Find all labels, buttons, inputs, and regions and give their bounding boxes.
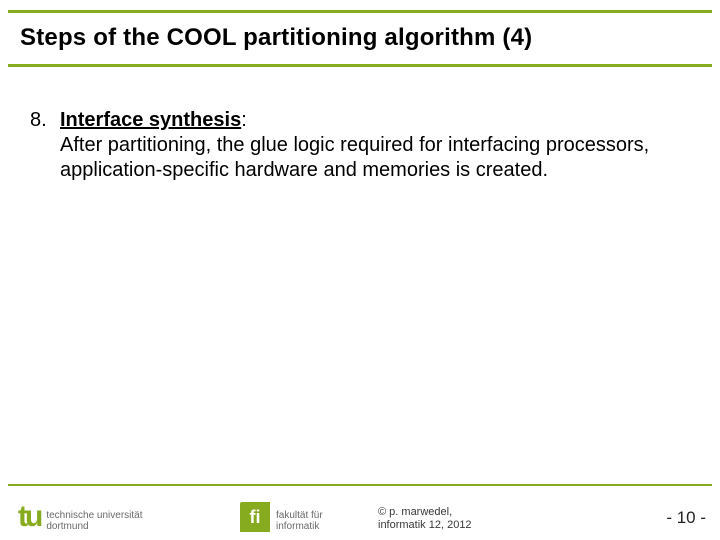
- list-number: 8.: [30, 108, 60, 133]
- fi-logo-block: fi fakultät für informatik: [240, 502, 323, 532]
- item-heading: Interface synthesis: [60, 109, 241, 131]
- top-rule: [8, 10, 712, 13]
- slide-title: Steps of the COOL partitioning algorithm…: [20, 24, 532, 52]
- copyright-credit: © p. marwedel, informatik 12, 2012: [378, 506, 472, 532]
- item-text: After partitioning, the glue logic requi…: [60, 134, 649, 181]
- tu-label-line1: technische universität: [46, 510, 142, 521]
- tu-logo-icon: tu: [18, 502, 40, 532]
- tu-logo-block: tu technische universität dortmund: [18, 502, 143, 532]
- credit-line2: informatik 12, 2012: [378, 519, 472, 531]
- fi-label: fakultät für informatik: [276, 510, 323, 532]
- page-number: - 10 -: [666, 508, 706, 528]
- body-content: 8.Interface synthesis:After partitioning…: [30, 108, 684, 183]
- copyright-icon: ©: [378, 506, 386, 518]
- title-underline: [8, 64, 712, 67]
- footer: tu technische universität dortmund fi fa…: [0, 486, 720, 540]
- list-body: Interface synthesis:After partitioning, …: [60, 108, 660, 183]
- tu-label: technische universität dortmund: [46, 510, 142, 532]
- credit-line1: p. marwedel,: [389, 506, 452, 518]
- fi-label-line1: fakultät für: [276, 510, 323, 521]
- fi-logo-icon: fi: [240, 502, 270, 532]
- slide: Steps of the COOL partitioning algorithm…: [0, 0, 720, 540]
- tu-label-line2: dortmund: [46, 521, 88, 532]
- fi-label-line2: informatik: [276, 521, 319, 532]
